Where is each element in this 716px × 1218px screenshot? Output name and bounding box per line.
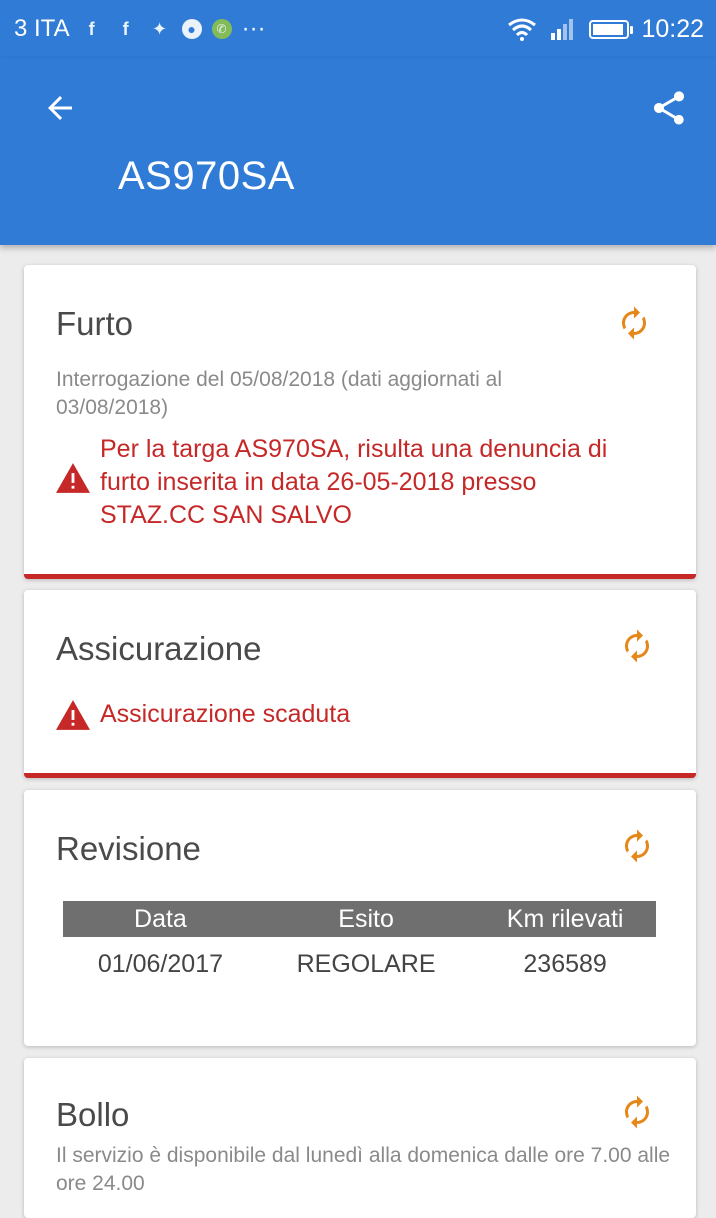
insurance-warning-text: Assicurazione scaduta [100,700,351,728]
battery-icon [589,19,634,39]
table-row: 01/06/2017 REGOLARE 236589 [63,937,656,991]
refresh-button[interactable] [615,624,659,668]
refresh-icon [625,1095,649,1129]
service-hours-text: Il servizio è disponibile dal lunedì all… [56,1144,671,1195]
signal-icon [551,19,574,40]
refresh-icon [625,829,649,863]
card-furto: Furto Interrogazione del 05/08/2018 (dat… [24,265,696,579]
refresh-button[interactable] [615,1090,659,1134]
refresh-icon [622,306,646,340]
refresh-button[interactable] [615,824,659,868]
refresh-button[interactable] [612,301,656,345]
card-title: Assicurazione [56,630,262,667]
revision-km: 236589 [523,949,607,978]
app-bar: AS970SA [0,58,716,245]
insurance-warning: Assicurazione scaduta [56,698,640,731]
card-title: Revisione [56,830,201,867]
whatsapp-icon: ✆ [211,19,232,39]
share-button[interactable] [645,86,693,130]
card-title: Furto [56,305,134,342]
card-bollo: Bollo Il servizio è disponibile dal lune… [24,1058,696,1218]
status-bar-right: 10:22 [507,15,704,44]
warning-icon [56,700,90,730]
arrow-back-icon [48,96,72,120]
notification-icon: ✦ [152,18,168,39]
theft-warning-text: Per la targa AS970SA, risulta una denunc… [100,435,608,529]
table-header-row: Data Esito Km rilevati [63,901,656,937]
warning-icon [56,463,90,493]
carrier-label: 3 ITA [14,15,70,42]
back-button[interactable] [38,86,82,130]
status-bar-left: 3 ITA f f ✦ ● ✆ ··· [14,15,266,43]
query-date-text: Interrogazione del 05/08/2018 (dati aggi… [56,368,502,419]
chrome-icon: ● [181,19,202,39]
revision-table: Data Esito Km rilevati 01/06/2017 REGOLA… [63,901,656,991]
column-header-km: Km rilevati [474,901,656,937]
revision-result: REGOLARE [296,949,436,978]
wifi-icon [508,18,537,41]
card-revisione: Revisione Data Esito Km rilevati 01/06/2… [24,790,696,1046]
refresh-icon [625,629,649,663]
status-bar: 3 ITA f f ✦ ● ✆ ··· 10:22 [0,0,716,58]
card-title: Bollo [56,1096,130,1133]
facebook-icon: f [122,18,129,39]
revision-date: 01/06/2017 [97,949,223,978]
column-header-data: Data [63,901,258,937]
theft-warning: Per la targa AS970SA, risulta una denunc… [56,433,640,532]
more-dots-icon: ··· [241,15,266,42]
facebook-icon: f [88,18,95,39]
card-assicurazione: Assicurazione Assicurazione scaduta [24,590,696,778]
share-icon [654,91,684,125]
clock: 10:22 [641,14,704,43]
plate-title: AS970SA [118,154,295,198]
column-header-esito: Esito [257,901,475,937]
